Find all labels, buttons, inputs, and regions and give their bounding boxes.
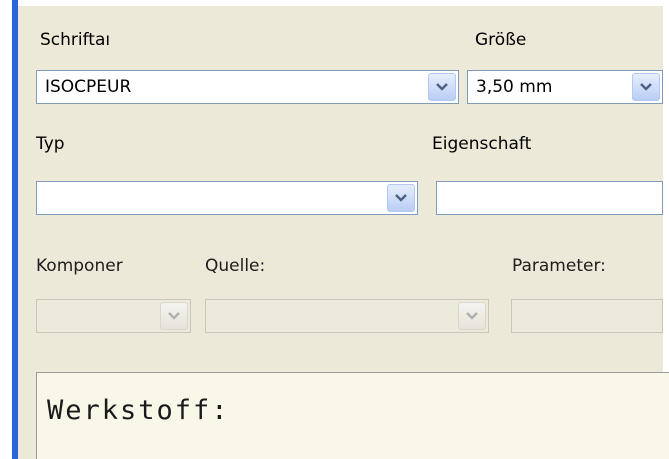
parameter-label: Parameter: [512,256,606,276]
chevron-down-icon [640,83,652,91]
property-select[interactable] [436,181,663,215]
source-label: Quelle: [205,256,266,276]
size-label: Größe [475,30,527,50]
chevron-down-icon [168,312,180,320]
source-select[interactable] [205,299,489,333]
component-label: Komponer [36,256,123,276]
component-select[interactable] [36,299,191,333]
size-select[interactable]: 3,50 mm [467,70,663,104]
type-select[interactable] [36,181,418,215]
type-label: Typ [36,134,65,154]
preview-text: Werkstoff: [47,395,230,426]
parameter-select[interactable] [511,299,663,333]
text-preview-box[interactable]: Werkstoff: [36,372,669,459]
size-dropdown-button[interactable] [632,73,660,101]
component-dropdown-button[interactable] [160,302,188,330]
font-select[interactable]: ISOCPEUR [36,70,459,104]
property-label: Eigenschaft [432,134,532,154]
top-edge [0,0,669,6]
left-accent-bar [12,0,18,459]
source-dropdown-button[interactable] [458,302,486,330]
chevron-down-icon [466,312,478,320]
left-edge [0,0,12,459]
font-select-value: ISOCPEUR [45,77,132,97]
type-dropdown-button[interactable] [387,184,415,212]
font-dropdown-button[interactable] [428,73,456,101]
chevron-down-icon [395,194,407,202]
font-settings-panel: Schriftaı Größe ISOCPEUR 3,50 mm Typ Eig… [0,0,669,459]
size-select-value: 3,50 mm [476,77,553,97]
font-label: Schriftaı [40,30,111,50]
chevron-down-icon [436,83,448,91]
